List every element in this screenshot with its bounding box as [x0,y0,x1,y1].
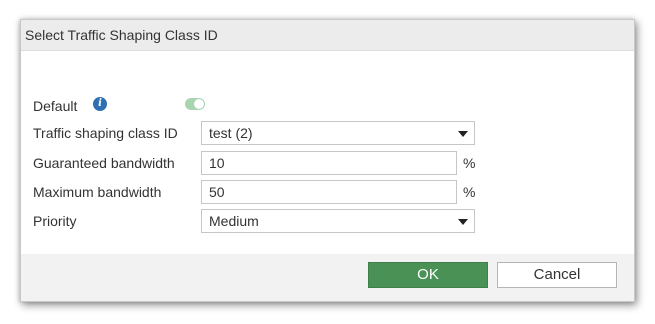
dialog-form: Default i Traffic shaping class ID test … [21,51,634,255]
guaranteed-unit: % [463,155,476,171]
toggle-knob [194,99,204,109]
cancel-button[interactable]: Cancel [497,262,617,288]
guaranteed-value: 10 [209,155,225,171]
guaranteed-bandwidth-input[interactable]: 10 [201,151,457,175]
class-id-value: test (2) [209,125,253,141]
priority-label: Priority [33,213,77,229]
ok-button[interactable]: OK [368,262,488,288]
chevron-down-icon [458,131,468,137]
guaranteed-row: Guaranteed bandwidth 10 % [33,151,483,175]
priority-select[interactable]: Medium [201,209,475,233]
maximum-row: Maximum bandwidth 50 % [33,180,483,204]
info-icon[interactable]: i [93,97,107,111]
dialog-footer: OK Cancel [21,254,634,301]
maximum-unit: % [463,184,476,200]
default-label: Default [33,98,78,114]
default-toggle[interactable] [185,98,205,110]
guaranteed-label: Guaranteed bandwidth [33,155,175,171]
class-id-select[interactable]: test (2) [201,121,475,145]
chevron-down-icon [458,219,468,225]
maximum-bandwidth-input[interactable]: 50 [201,180,457,204]
priority-value: Medium [209,213,259,229]
priority-row: Priority Medium [33,209,483,233]
dialog-title: Select Traffic Shaping Class ID [21,20,634,51]
default-row: Default i [33,94,233,118]
class-id-label: Traffic shaping class ID [33,125,178,141]
class-id-row: Traffic shaping class ID test (2) [33,121,483,145]
maximum-label: Maximum bandwidth [33,184,162,200]
maximum-value: 50 [209,184,225,200]
traffic-shaping-dialog: Select Traffic Shaping Class ID Default … [20,19,635,302]
